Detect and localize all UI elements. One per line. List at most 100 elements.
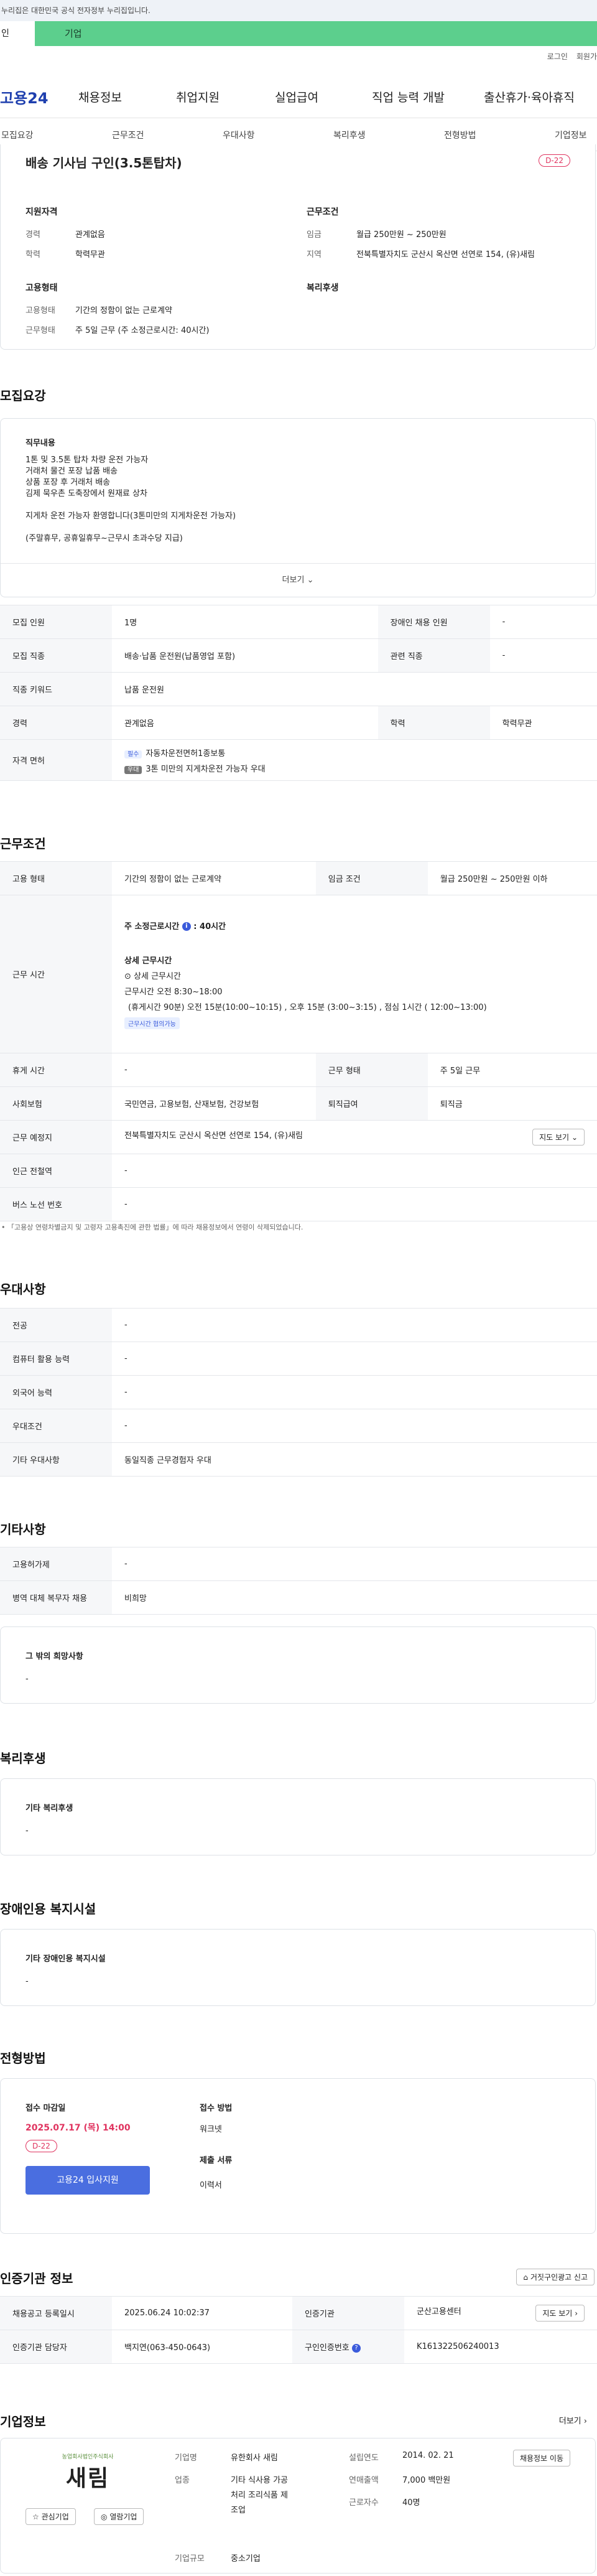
detail-sub: 상세 근무시간: [134, 971, 181, 981]
top-links: 로그인 회원가: [539, 51, 597, 62]
gnb-unemployment[interactable]: 실업급여: [275, 88, 318, 105]
cell-label: 인증기관 담당자: [0, 2330, 112, 2364]
cell-label: 우대조건: [0, 1409, 112, 1443]
gnb-jobs[interactable]: 채용정보: [78, 88, 122, 105]
snav-recruit[interactable]: 모집요강: [1, 129, 34, 141]
cell-label: 자격 면허: [0, 739, 112, 781]
cell-value: -: [112, 1375, 597, 1409]
weekly-value: 40시간: [200, 922, 226, 931]
logo-sub: 농업회사법인주식회사: [62, 2454, 114, 2460]
cell-label: 장애인 채용 인원: [377, 605, 490, 639]
site-logo[interactable]: 고용24: [0, 86, 49, 108]
map-button[interactable]: 지도 보기 ⌄: [532, 1129, 585, 1146]
company-logo: 농업회사법인주식회사 새림: [38, 2452, 137, 2496]
duty-card: 직무내용 1톤 및 3.5톤 탑차 차량 운전 가능자 거래처 물건 포장 납품…: [0, 418, 596, 597]
age-notice: • 「고용상 연령차별금지 및 고령자 고용촉진에 관한 법률」에 따라 채용정…: [1, 1223, 303, 1231]
table-row: 외국어 능력 -: [0, 1375, 597, 1409]
deadline-value: 2025.07.17 (목) 14:00: [25, 2123, 131, 2133]
duty-spacer: [25, 500, 236, 511]
cell-label: 외국어 능력: [0, 1375, 112, 1409]
license-tag: 필수: [124, 750, 142, 758]
table-row: 전공 -: [0, 1308, 597, 1342]
fav-label: 관심기업: [41, 2513, 69, 2521]
cell-label: 버스 노선 번호: [0, 1187, 112, 1221]
summary-card: 배송 기사님 구인(3.5톤탑차) D-22 지원자격 경력 관계없음 학력 학…: [0, 144, 596, 350]
cell-value: -: [112, 1187, 597, 1221]
cert-map-button[interactable]: 지도 보기 ›: [535, 2305, 585, 2322]
screening-heading: 전형방법: [0, 2051, 46, 2066]
disab-box-title: 기타 장애인용 복지시설: [25, 1954, 106, 1964]
tab-individual[interactable]: 인: [0, 21, 35, 46]
cell-value: -: [112, 1342, 597, 1376]
duty-line: 김제 묵우촌 도축장에서 원재료 상차: [25, 489, 147, 498]
cert-heading: 인증기관 정보: [0, 2271, 73, 2286]
snav-screening[interactable]: 전형방법: [444, 129, 476, 141]
company-more-link[interactable]: 더보기 ›: [559, 2414, 587, 2426]
info-label: 연매출액: [349, 2476, 379, 2485]
cell-label: 기타 우대사항: [0, 1442, 112, 1477]
snav-work[interactable]: 근무조건: [112, 129, 144, 141]
cell-value: 국민연금, 고용보험, 산재보험, 건강보험: [112, 1086, 316, 1121]
apply-button[interactable]: 고용24 입사지원: [25, 2166, 150, 2195]
cell-label: 고용허가제: [0, 1547, 112, 1581]
cell-label: 채용공고 등록일시: [0, 2296, 112, 2330]
chevron-right-icon: ›: [583, 2417, 587, 2426]
flex-tag: 근무시간 협의가능: [124, 1017, 180, 1029]
gnb-employment-support[interactable]: 취업지원: [176, 88, 220, 105]
snav-company[interactable]: 기업정보: [555, 129, 587, 141]
cert-number-label-cell: 구인인증번호 ?: [292, 2330, 404, 2364]
detail-title: 상세 근무시간: [124, 956, 172, 966]
fav-company-button[interactable]: ☆ 관심기업: [25, 2508, 76, 2525]
recruit-table: 모집 인원 1명 장애인 채용 인원 - 모집 직종 배송·납품 운전원(납품영업 포함…: [0, 605, 597, 781]
viewed-label: 열람기업: [109, 2513, 137, 2521]
signup-link[interactable]: 회원가: [576, 52, 597, 61]
info-value: 2014. 02. 21: [402, 2451, 454, 2460]
table-row: 고용허가제 -: [0, 1547, 597, 1581]
chevron-down-icon: ⌄: [571, 1133, 578, 1142]
qual-value: 학력무관: [75, 250, 105, 259]
weekly-label: 주 소정근로시간: [124, 922, 180, 931]
method-value: 워크넷: [200, 2125, 222, 2134]
cell-value: -: [489, 638, 597, 673]
viewed-company-button[interactable]: ◎ 열람기업: [94, 2508, 144, 2525]
more-button[interactable]: 더보기 ⌄: [1, 563, 595, 597]
snav-welfare[interactable]: 복리후생: [333, 129, 366, 141]
duty-line: 1톤 및 3.5톤 탑차 차량 운전 가능자: [25, 455, 149, 465]
table-row: 버스 노선 번호 -: [0, 1187, 597, 1221]
cell-value: 동일직종 근무경험자 우대: [112, 1442, 597, 1477]
table-row: 자격 면허 필수 자동차운전면허1종보통 우대 3톤 미만의 지게차운전 가능자 우…: [0, 739, 597, 781]
report-button[interactable]: ⌂ 거짓구인광고 신고: [516, 2269, 595, 2285]
gnb-leave[interactable]: 출산휴가·육아휴직: [484, 88, 575, 105]
cell-value: 납품 운전원: [112, 672, 597, 706]
welfare-box-value: -: [25, 1826, 29, 1836]
emp-value: 기간의 정함이 없는 근로계약: [75, 306, 172, 315]
cell-value: 월급 250만원 ~ 250만원 이하: [427, 861, 597, 895]
hope-title: 그 밖의 희망사항: [25, 1652, 83, 1661]
snav-pref[interactable]: 우대사항: [223, 129, 255, 141]
qual-title: 지원자격: [25, 207, 58, 217]
more-label: 더보기: [558, 2417, 581, 2426]
cell-label: 학력: [377, 706, 490, 740]
cell-value: 군산고용센터: [417, 2307, 461, 2317]
qual-value: 관계없음: [75, 230, 105, 240]
license-tag: 우대: [124, 765, 142, 774]
login-link[interactable]: 로그인: [547, 52, 568, 61]
cell-value: K161322506240013: [404, 2330, 597, 2364]
tab-company[interactable]: 기업: [35, 21, 597, 46]
cell-value: -: [112, 1053, 316, 1087]
welfare-box-title: 기타 복리후생: [25, 1804, 73, 1813]
gnb-training[interactable]: 직업 능력 개발: [372, 88, 445, 105]
cell-label: 관련 직종: [377, 638, 490, 673]
chevron-down-icon: ⌄: [307, 576, 314, 585]
map-button-label: 지도 보기: [539, 1133, 570, 1142]
table-row: 모집 인원 1명 장애인 채용 인원 -: [0, 605, 597, 639]
cell-value: -: [112, 1308, 597, 1342]
hope-card: 그 밖의 희망사항 -: [0, 1626, 596, 1704]
company-jobs-button[interactable]: 채용정보 이동: [512, 2450, 570, 2466]
cell-value: -: [112, 1547, 597, 1581]
cell-label: 임금 조건: [315, 861, 428, 895]
table-row: 근무 시간 주 소정근로시간 i : 40시간 상세 근무시간 ⊙ 상세 근무시…: [0, 895, 597, 1053]
table-row: 컴퓨터 활용 능력 -: [0, 1342, 597, 1376]
license-value: 자동차운전면허1종보통: [146, 749, 226, 758]
info-icon[interactable]: ?: [351, 2343, 361, 2353]
